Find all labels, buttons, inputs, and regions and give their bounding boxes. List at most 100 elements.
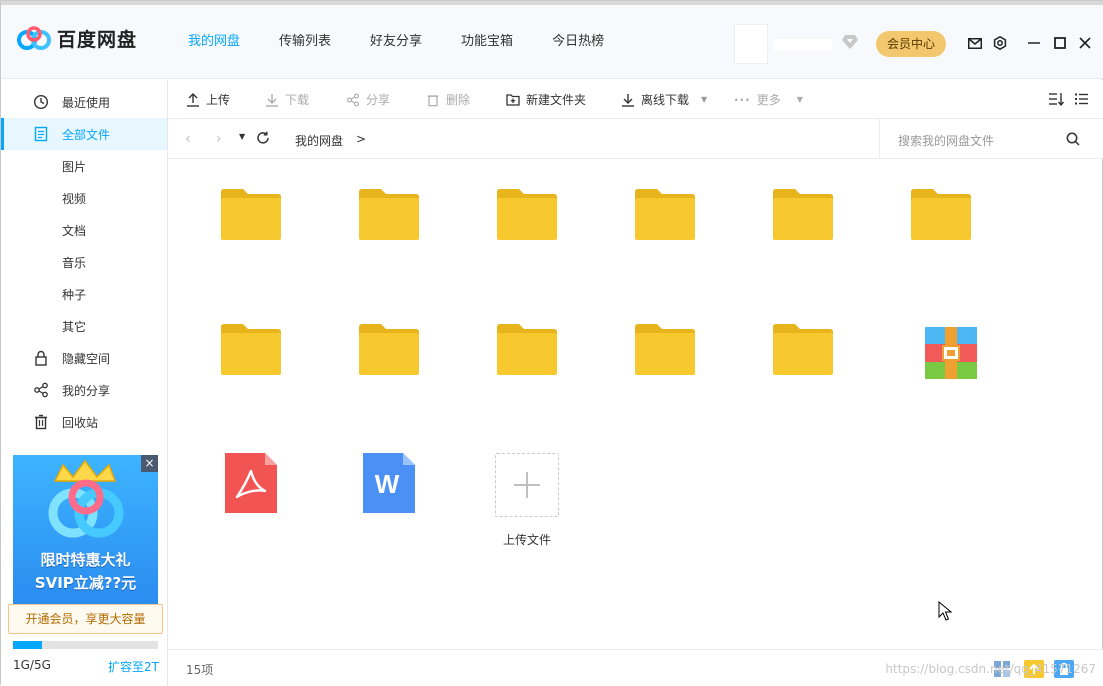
search-input[interactable]: 搜索我的网盘文件 <box>898 132 994 149</box>
archive-file[interactable] <box>896 297 996 407</box>
sidebar-item-other[interactable]: 其它 <box>1 310 167 342</box>
folder-item[interactable] <box>168 159 281 269</box>
baidu-netdisk-logo-icon <box>17 25 51 50</box>
folder-item[interactable] <box>306 294 419 404</box>
folder-item[interactable] <box>444 294 557 404</box>
forward-arrow-icon[interactable]: › <box>216 131 222 147</box>
upload-button[interactable]: 上传 <box>186 80 230 119</box>
sidebar-item-label: 隐藏空间 <box>62 351 111 366</box>
folder-item[interactable] <box>582 159 695 269</box>
folder-icon <box>359 324 419 375</box>
breadcrumb-separator: > <box>356 132 367 146</box>
delete-label: 删除 <box>446 93 471 107</box>
logo[interactable]: 百度网盘 <box>17 25 137 52</box>
sidebar: 最近使用 全部文件 图片 视频 文档 音乐 种子 其它 隐藏空间 我的分享 回收… <box>1 80 168 686</box>
download-button[interactable]: 下载 <box>265 80 309 119</box>
upload-file-tile[interactable]: 上传文件 <box>477 427 577 557</box>
more-button[interactable]: ··· 更多 ▼ <box>734 80 803 119</box>
upload-plus-box[interactable] <box>495 453 559 517</box>
sidebar-item-documents[interactable]: 文档 <box>1 214 167 246</box>
folder-item[interactable] <box>720 159 833 269</box>
folder-item[interactable] <box>858 159 971 269</box>
file-grid: W 上传文件 <box>168 159 1103 649</box>
pdf-file[interactable] <box>201 427 301 537</box>
folder-item[interactable] <box>720 294 833 404</box>
settings-gear-icon[interactable] <box>992 35 1008 51</box>
history-dropdown-icon[interactable]: ▼ <box>239 132 245 141</box>
folder-item[interactable] <box>444 159 557 269</box>
word-file[interactable]: W <box>339 427 439 537</box>
folder-icon <box>635 189 695 240</box>
sidebar-item-music[interactable]: 音乐 <box>1 246 167 278</box>
folder-item[interactable] <box>306 159 419 269</box>
app-window: 百度网盘 我的网盘 传输列表 好友分享 功能宝箱 今日热榜 会员中心 最近使用 … <box>0 0 1103 686</box>
mail-icon[interactable] <box>967 35 983 51</box>
sidebar-item-label: 视频 <box>62 191 87 206</box>
svg-text:W: W <box>375 469 400 499</box>
vip-center-button[interactable]: 会员中心 <box>876 31 946 57</box>
folder-item[interactable] <box>168 294 281 404</box>
maximize-icon[interactable] <box>1052 35 1068 51</box>
expand-storage-link[interactable]: 扩容至2T <box>108 658 159 675</box>
header: 百度网盘 我的网盘 传输列表 好友分享 功能宝箱 今日热榜 会员中心 <box>1 5 1103 79</box>
close-icon[interactable] <box>1077 35 1093 51</box>
avatar[interactable] <box>734 24 768 64</box>
chevron-down-icon: ▼ <box>701 95 708 104</box>
promo-banner[interactable]: 限时特惠大礼 SVIP立减??元 <box>13 455 158 605</box>
crown-mascot-icon <box>48 459 124 538</box>
nav-hot-list[interactable]: 今日热榜 <box>552 5 604 79</box>
new-folder-button[interactable]: 新建文件夹 <box>506 80 586 119</box>
list-view-icon[interactable] <box>1074 92 1089 109</box>
breadcrumb-my-disk[interactable]: 我的网盘 <box>295 132 343 149</box>
upload-label: 上传 <box>206 93 231 107</box>
folder-icon <box>359 189 419 240</box>
download-label: 下载 <box>285 93 310 107</box>
minimize-icon[interactable] <box>1026 35 1042 51</box>
sidebar-item-torrents[interactable]: 种子 <box>1 278 167 310</box>
vip-upgrade-banner[interactable]: 开通会员，享更大容量 <box>8 604 163 634</box>
sidebar-item-images[interactable]: 图片 <box>1 150 167 182</box>
search-box[interactable]: 搜索我的网盘文件 <box>879 119 1103 159</box>
username-redacted <box>774 39 832 51</box>
upload-file-label: 上传文件 <box>502 533 551 547</box>
nav-friend-share[interactable]: 好友分享 <box>370 5 422 79</box>
nav-my-disk[interactable]: 我的网盘 <box>188 5 240 79</box>
sidebar-item-label: 其它 <box>62 319 87 334</box>
sidebar-item-recycle-bin[interactable]: 回收站 <box>1 406 167 438</box>
folder-item[interactable] <box>582 294 695 404</box>
storage-quota-fill <box>13 641 42 649</box>
storage-quota-text: 1G/5G <box>13 658 51 672</box>
refresh-icon[interactable] <box>256 131 270 148</box>
sidebar-item-label: 回收站 <box>62 415 99 430</box>
sidebar-item-my-shares[interactable]: 我的分享 <box>1 374 167 406</box>
sidebar-item-hidden-space[interactable]: 隐藏空间 <box>1 342 167 374</box>
folder-icon <box>221 324 281 375</box>
sidebar-item-label: 最近使用 <box>62 95 111 110</box>
sort-icon[interactable] <box>1048 92 1065 109</box>
search-icon[interactable] <box>1066 132 1080 149</box>
back-arrow-icon[interactable]: ‹ <box>185 131 191 147</box>
nav-toolbox[interactable]: 功能宝箱 <box>461 5 513 79</box>
trash-icon <box>35 414 47 430</box>
new-folder-label: 新建文件夹 <box>526 93 587 107</box>
share-button[interactable]: 分享 <box>346 80 390 119</box>
vip-diamond-icon[interactable] <box>841 34 859 50</box>
new-folder-icon <box>506 94 520 106</box>
pdf-file-icon <box>225 453 277 513</box>
toolbar: 上传 下载 分享 删除 新建文件夹 离线下载 ▼ ··· 更多 ▼ <box>168 80 1103 119</box>
offline-download-button[interactable]: 离线下载 ▼ <box>621 80 707 119</box>
sidebar-item-recent[interactable]: 最近使用 <box>1 86 167 118</box>
folder-icon <box>497 324 557 375</box>
folder-icon <box>773 324 833 375</box>
sidebar-item-all-files[interactable]: 全部文件 <box>1 118 167 150</box>
clock-icon <box>33 94 49 110</box>
sidebar-item-videos[interactable]: 视频 <box>1 182 167 214</box>
document-icon <box>34 126 48 142</box>
status-bar: 15项 https://blog.csdn.net/qq_41571267 <box>168 649 1103 686</box>
folder-icon <box>221 189 281 240</box>
more-label: 更多 <box>756 93 781 107</box>
nav-transfer-list[interactable]: 传输列表 <box>279 5 331 79</box>
folder-icon <box>497 189 557 240</box>
promo-close-button[interactable]: × <box>141 455 158 472</box>
delete-button[interactable]: 删除 <box>426 80 470 119</box>
